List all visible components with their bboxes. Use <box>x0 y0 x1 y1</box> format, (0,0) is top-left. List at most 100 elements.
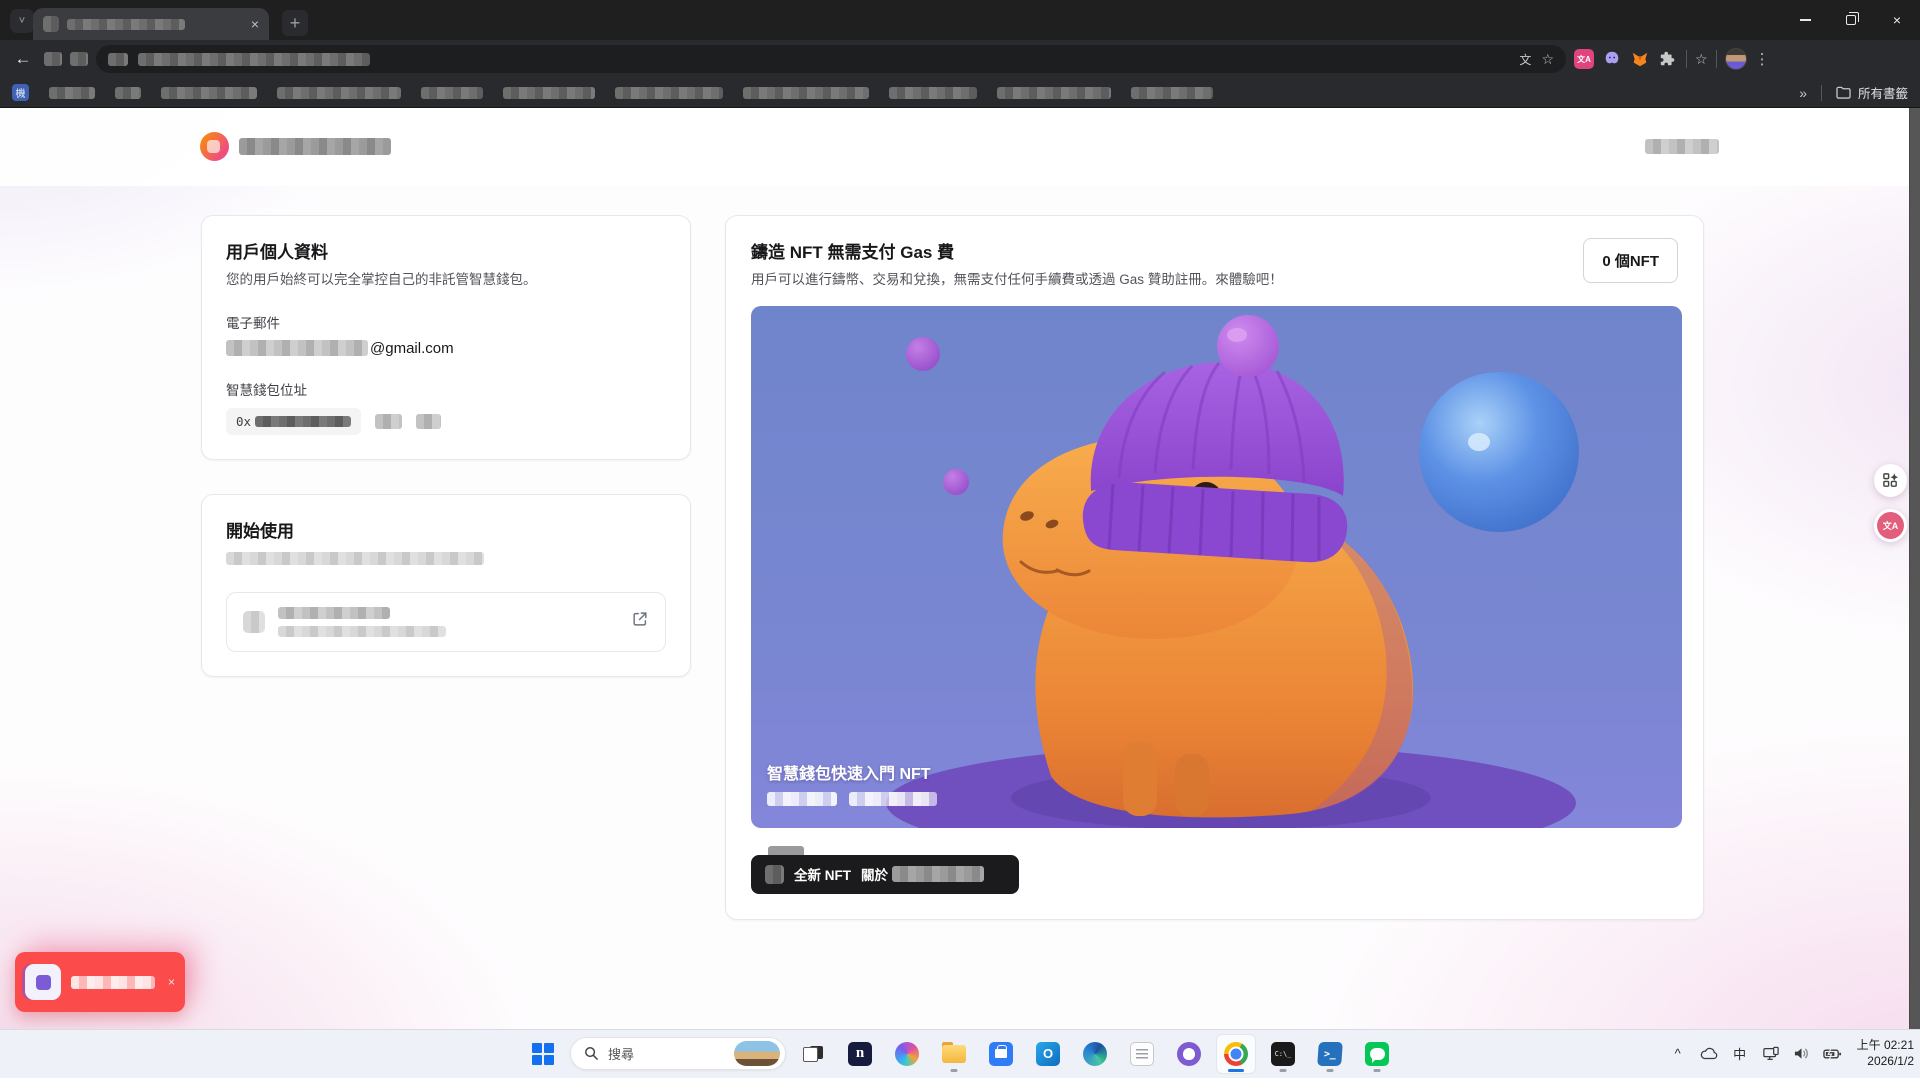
mint-button-icon-redacted <box>765 865 784 884</box>
image-caption-line2 <box>767 792 937 806</box>
task-view-button[interactable] <box>793 1034 833 1074</box>
taskbar-search[interactable]: 搜尋 <box>570 1037 786 1070</box>
getting-started-subtitle-redacted <box>226 552 484 565</box>
search-label: 搜尋 <box>608 1044 725 1063</box>
bookmark-item[interactable] <box>115 87 141 99</box>
start-button[interactable] <box>523 1034 563 1074</box>
extensions-puzzle-icon[interactable] <box>1658 49 1678 69</box>
bookmark-star-icon[interactable]: ☆ <box>1541 51 1554 68</box>
taskbar-terminal[interactable]: C:\_ <box>1263 1034 1303 1074</box>
bookmark-item[interactable] <box>421 87 483 99</box>
side-panel-star-icon[interactable]: ☆ <box>1695 51 1708 68</box>
taskbar-powershell[interactable]: >_ <box>1310 1034 1350 1074</box>
wallet-action-redacted[interactable] <box>375 414 402 429</box>
external-link-icon[interactable] <box>631 610 649 633</box>
window-close-button[interactable]: × <box>1874 0 1920 40</box>
caption-detail-2-redacted <box>849 792 937 806</box>
bookmarks-overflow-chevron[interactable]: » <box>1799 85 1807 101</box>
bookmark-item[interactable] <box>1131 87 1213 99</box>
bookmark-item[interactable] <box>277 87 401 99</box>
image-caption: 智慧錢包快速入門 NFT <box>767 760 937 806</box>
email-domain: @gmail.com <box>370 340 454 357</box>
mint-nft-button[interactable]: 全新 NFT 關於 <box>751 855 1019 894</box>
battery-icon[interactable] <box>1822 1042 1844 1066</box>
taskbar-edge[interactable] <box>1075 1034 1115 1074</box>
network-display-icon[interactable] <box>1760 1042 1782 1066</box>
wallet-address-pill[interactable]: 0x <box>226 408 361 435</box>
bookmark-item[interactable] <box>503 87 595 99</box>
collect-widget-button[interactable] <box>1874 464 1907 497</box>
toast-app-icon-inner <box>36 975 51 990</box>
new-tab-button[interactable]: + <box>282 10 308 36</box>
powershell-icon: >_ <box>1317 1042 1343 1066</box>
metamask-extension-icon[interactable] <box>1630 49 1650 69</box>
wallet-action-2-redacted[interactable] <box>416 414 441 429</box>
volume-icon[interactable] <box>1791 1042 1813 1066</box>
page-scrollbar[interactable] <box>1909 108 1920 1029</box>
taskbar-line[interactable] <box>1357 1034 1397 1074</box>
notification-toast[interactable]: × <box>15 952 185 1012</box>
site-header <box>0 108 1909 186</box>
browser-menu-icon[interactable]: ⋮ <box>1755 50 1770 68</box>
bookmark-item[interactable] <box>49 87 95 99</box>
getting-started-link-row[interactable] <box>226 592 666 652</box>
nft-card-title: 鑄造 NFT 無需支付 Gas 費 <box>751 238 1283 263</box>
chrome-icon <box>1224 1042 1248 1066</box>
immersive-translate-button[interactable]: 文A <box>1874 509 1907 542</box>
all-bookmarks-button[interactable]: 所有書籤 <box>1836 83 1908 102</box>
taskbar-github[interactable] <box>1169 1034 1209 1074</box>
bookmark-item[interactable] <box>615 87 723 99</box>
browser-tab[interactable]: × <box>33 8 269 40</box>
fox-icon <box>1631 50 1649 68</box>
bookmark-item[interactable] <box>997 87 1111 99</box>
toast-close-icon[interactable]: × <box>168 975 175 989</box>
running-indicator <box>951 1069 958 1072</box>
reload-button-redacted[interactable] <box>70 52 88 66</box>
bookmark-item[interactable] <box>889 87 977 99</box>
browser-titlebar: ˅ × + × <box>0 0 1920 40</box>
bookmark-item[interactable] <box>743 87 869 99</box>
taskbar-chrome-active[interactable] <box>1216 1034 1256 1074</box>
ime-language-indicator[interactable]: 中 <box>1729 1042 1751 1066</box>
site-info-icon-redacted[interactable] <box>108 53 128 66</box>
taskbar-outlook[interactable]: O <box>1028 1034 1068 1074</box>
tab-close-icon[interactable]: × <box>251 17 259 31</box>
back-button[interactable]: ← <box>10 49 36 69</box>
profile-avatar[interactable] <box>1725 48 1747 70</box>
floating-widgets: 文A <box>1874 464 1907 542</box>
translate-page-icon[interactable]: 文 <box>1519 51 1531 68</box>
site-brand[interactable] <box>200 132 391 161</box>
caption-detail-redacted <box>767 792 837 806</box>
link-row-title-redacted <box>278 607 390 619</box>
nft-card-subtitle: 用戶可以進行鑄幣、交易和兌換，無需支付任何手續費或透過 Gas 贊助註冊。來體驗… <box>751 270 1283 290</box>
outlook-icon: O <box>1036 1042 1060 1066</box>
tab-search-button[interactable]: ˅ <box>10 9 34 33</box>
search-highlight-image[interactable] <box>734 1041 780 1066</box>
taskbar-notion[interactable]: n <box>840 1034 880 1074</box>
nft-count-badge[interactable]: 0 個NFT <box>1583 238 1678 283</box>
onedrive-icon[interactable] <box>1698 1042 1720 1066</box>
taskbar-file-explorer[interactable] <box>934 1034 974 1074</box>
taskbar-notepad[interactable] <box>1122 1034 1162 1074</box>
bookmarks-divider <box>1821 85 1822 101</box>
nft-card-heading: 鑄造 NFT 無需支付 Gas 費 用戶可以進行鑄幣、交易和兌換，無需支付任何手… <box>751 238 1283 290</box>
pinned-bookmark-icon[interactable]: 機 <box>12 84 29 101</box>
ghost-icon <box>1603 50 1621 68</box>
taskbar-copilot[interactable] <box>887 1034 927 1074</box>
window-restore-button[interactable] <box>1828 0 1874 40</box>
folder-icon <box>1836 86 1851 99</box>
phantom-wallet-extension-icon[interactable] <box>1602 49 1622 69</box>
copilot-icon <box>895 1042 919 1066</box>
taskbar-clock[interactable]: 上午 02:21 2026/1/2 <box>1853 1038 1914 1069</box>
header-account-redacted[interactable] <box>1645 139 1719 154</box>
forward-button-redacted[interactable] <box>44 52 62 66</box>
hidden-icons-chevron[interactable]: ^ <box>1667 1042 1689 1066</box>
microsoft-store-icon <box>989 1042 1013 1066</box>
bookmark-item[interactable] <box>161 87 257 99</box>
mint-button-label-2: 關於 <box>861 864 888 884</box>
link-row-desc-redacted <box>278 626 446 637</box>
address-bar[interactable]: 文 ☆ <box>96 45 1566 73</box>
translate-extension-icon[interactable]: 文A <box>1574 49 1594 69</box>
window-minimize-button[interactable] <box>1782 0 1828 40</box>
taskbar-store[interactable] <box>981 1034 1021 1074</box>
